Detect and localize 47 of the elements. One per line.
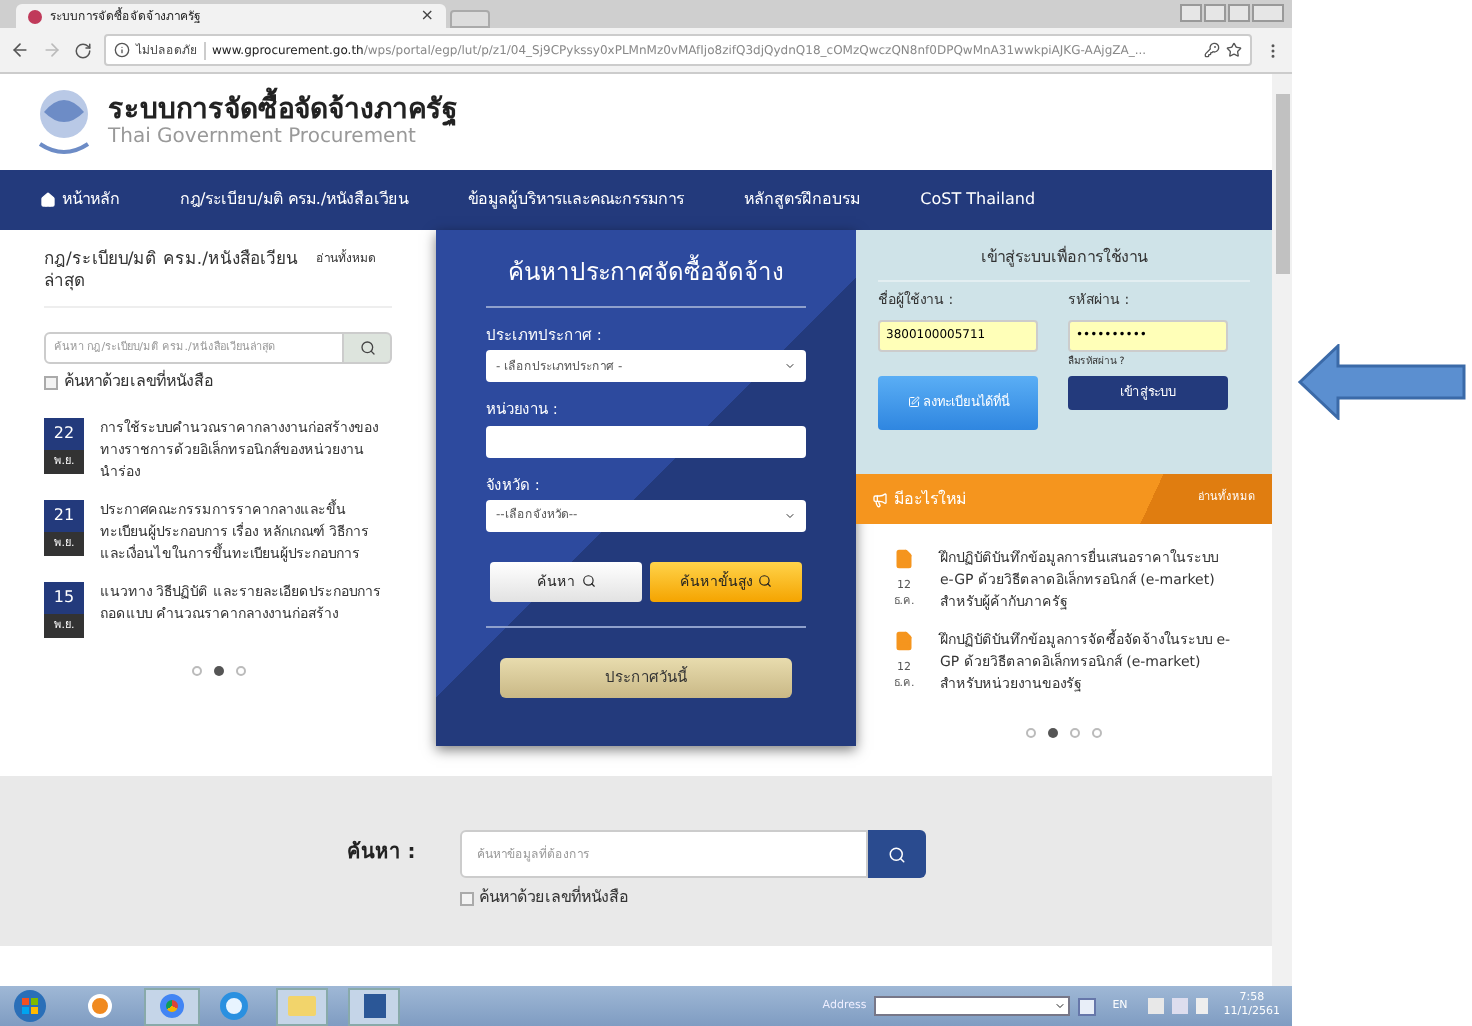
document-icon xyxy=(894,630,914,652)
nav-item[interactable]: หลักสูตรฝึกอบรม xyxy=(744,188,861,212)
close-button[interactable] xyxy=(1252,4,1284,22)
reload-icon[interactable] xyxy=(74,41,92,59)
edit-icon xyxy=(907,396,919,409)
start-orb-icon[interactable] xyxy=(12,988,48,1024)
search-icon xyxy=(359,340,375,356)
megaphone-icon xyxy=(872,491,888,507)
checkbox[interactable] xyxy=(44,375,58,389)
nav-item[interactable]: กฎ/ระเบียบ/มติ ครม./หนังสือเวียน xyxy=(180,188,409,212)
agency-field[interactable] xyxy=(486,425,806,457)
dropdown-caret-icon xyxy=(784,509,796,522)
scrollbar[interactable] xyxy=(1272,74,1292,986)
checkbox-label: ค้นหาด้วยเลขที่หนังสือ xyxy=(64,370,214,394)
minimize-button[interactable] xyxy=(1204,4,1226,22)
checkbox-label: ค้นหาด้วยเลขที่หนังสือ xyxy=(479,886,630,910)
search-button[interactable] xyxy=(344,332,392,364)
dropdown-caret-icon xyxy=(1054,1000,1067,1012)
dropdown-caret-icon xyxy=(784,360,796,373)
star-icon[interactable] xyxy=(1226,42,1242,58)
browser-icon[interactable] xyxy=(144,987,200,1025)
checkbox[interactable] xyxy=(459,891,474,905)
info-icon xyxy=(114,42,130,58)
new-tab-button[interactable] xyxy=(450,10,490,28)
search-icon xyxy=(758,574,772,589)
forward-icon[interactable] xyxy=(42,40,62,60)
search-icon xyxy=(581,574,595,589)
search-label: ค้นหา : xyxy=(346,838,416,868)
section-title: กฎ/ระเบียบ/มติ ครม./หนังสือเวียนล่าสุด xyxy=(44,250,300,294)
folder-icon[interactable] xyxy=(276,987,328,1025)
panel-title: ค้นหาประกาศจัดซื้อจัดจ้าง xyxy=(486,254,806,308)
key-icon[interactable] xyxy=(1204,42,1220,58)
tab-close-button[interactable]: × xyxy=(420,8,434,24)
site-subtitle: Thai Government Procurement xyxy=(108,126,418,150)
nav-item[interactable]: ข้อมูลผู้บริหารและคณะกรรมการ xyxy=(468,188,685,212)
nav-item[interactable]: CoST Thailand xyxy=(920,188,1036,212)
back-icon[interactable] xyxy=(10,40,30,60)
home-icon xyxy=(40,192,56,208)
document-icon xyxy=(894,548,914,570)
maximize-button[interactable] xyxy=(1228,4,1250,22)
nav-item[interactable]: หน้าหลัก xyxy=(40,188,120,212)
news-title: มีอะไรใหม่ xyxy=(872,487,966,511)
site-favicon-icon xyxy=(28,9,42,23)
search-button[interactable] xyxy=(867,830,926,878)
taskbar-address-field[interactable] xyxy=(874,996,1071,1016)
login-title: เข้าสู่ระบบเพื่อการใช้งาน xyxy=(878,246,1250,282)
search-icon xyxy=(887,845,906,863)
